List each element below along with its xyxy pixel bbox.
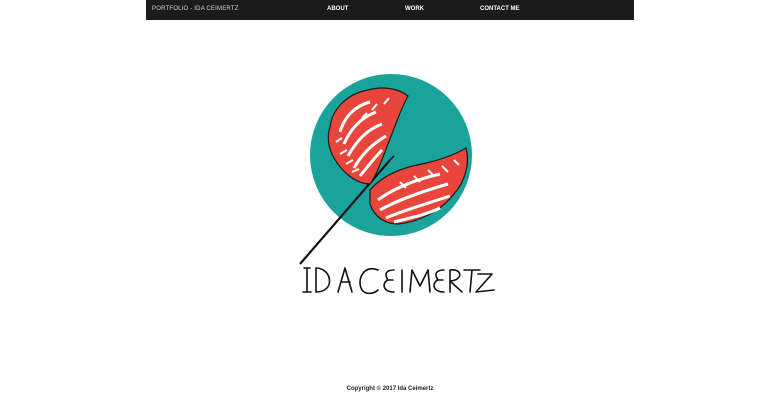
nav-contact-link[interactable]: CONTACT ME: [480, 6, 520, 12]
footer-copyright: Copyright © 2017 Ida Ceimertz: [346, 386, 434, 392]
top-navigation-bar: PORTFOLIO - IDA CEIMERTZ ABOUT WORK CONT…: [146, 0, 634, 20]
site-brand[interactable]: PORTFOLIO - IDA CEIMERTZ: [152, 6, 239, 12]
nav-about-link[interactable]: ABOUT: [327, 6, 348, 12]
page: PORTFOLIO - IDA CEIMERTZ ABOUT WORK CONT…: [0, 0, 780, 400]
signature-logo: [298, 260, 498, 300]
signature-artwork: [302, 267, 495, 295]
nav-work-link[interactable]: WORK: [405, 6, 424, 12]
